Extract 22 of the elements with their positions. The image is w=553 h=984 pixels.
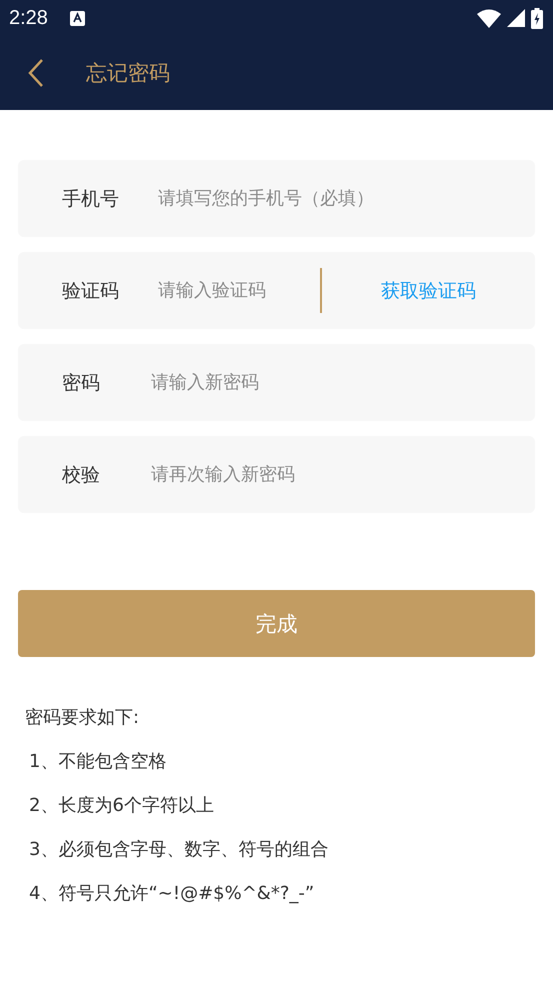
input-field[interactable]: 请输入验证码 [158,280,320,301]
back-icon[interactable] [28,59,44,87]
rule-item: 1、不能包含空格 [28,750,168,774]
input-field[interactable]: 请输入新密码 [151,372,535,393]
input-field[interactable]: 请填写您的手机号（必填） [158,188,535,209]
wifi-icon [477,8,501,28]
battery-icon [531,8,543,28]
status-time: 2:28 [9,6,48,30]
field-label: 验证码 [62,278,120,304]
signal-icon [507,9,525,27]
submit-button[interactable]: 完成 [18,590,535,657]
field-label: 密码 [62,370,101,396]
rules-title: 密码要求如下: [25,706,140,730]
rule-item: 4、符号只允许“~!@#$%^&*?_-” [28,882,316,906]
page-title: 忘记密码 [86,60,170,87]
rule-item: 2、长度为6个字符以上 [28,794,215,818]
rule-item: 3、必须包含字母、数字、符号的组合 [28,838,330,862]
get-code-button[interactable]: 获取验证码 [322,268,535,314]
field-label: 校验 [62,462,101,488]
notification-icon [70,10,85,26]
field-label: 手机号 [62,186,120,212]
input-field[interactable]: 请再次输入新密码 [151,464,535,485]
